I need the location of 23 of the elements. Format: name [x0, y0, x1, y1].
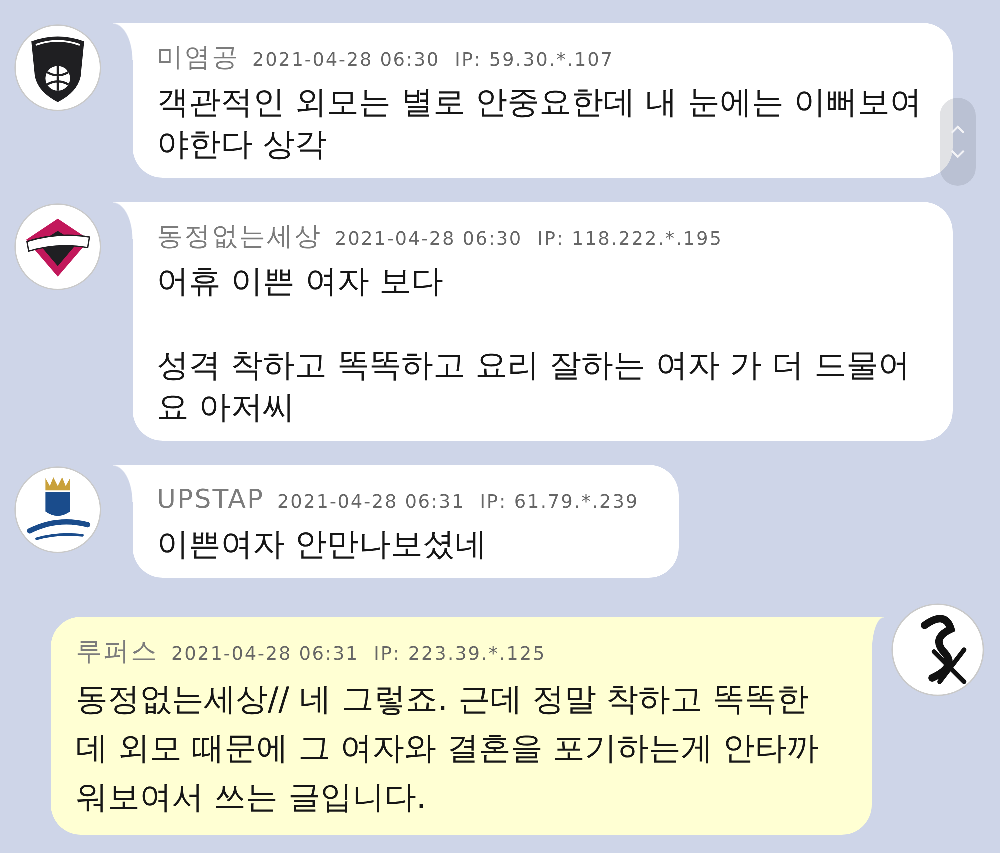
author-name: UPSTAP: [157, 485, 265, 515]
scroll-handle[interactable]: [940, 98, 976, 186]
avatar-icon: [891, 603, 985, 697]
comment-text: 이쁜여자 안만나보셨네: [157, 524, 488, 565]
diamond-avatar-icon: [14, 203, 102, 291]
comment-text: 어휴 이쁜 여자 보다 성격 착하고 똑똑하고 요리 잘하는 여자 가 더 드물어요 아저씨: [157, 261, 912, 428]
comment-date: 2021-04-28 06:31: [172, 643, 360, 667]
comment-date: 2021-04-28 06:31: [278, 491, 466, 515]
ip-address: IP: 223.39.*.125: [374, 643, 546, 667]
comment-date: 2021-04-28 06:30: [252, 49, 440, 73]
crown-shield-avatar-icon: [14, 466, 102, 554]
author-name: 루퍼스: [76, 637, 158, 667]
comment-text: 객관적인 외모는 별로 안중요한데 내 눈에는 이뻐보여야한다 상각: [157, 82, 924, 165]
down-chevron-icon: [950, 149, 966, 159]
comment-text: 동정없는세상// 네 그렇죠. 근데 정말 착하고 똑똑한데 외모 때문에 그 여자와 결혼을 포기하는게 안타까워보여서 쓰는 글입니다.: [76, 679, 820, 818]
author-name: 동정없는세상: [157, 222, 322, 252]
shield-avatar-icon: [14, 24, 102, 112]
author-name: 미염공: [157, 43, 240, 73]
ip-address: IP: 59.30.*.107: [455, 49, 614, 73]
up-chevron-icon: [950, 125, 966, 135]
comment-date: 2021-04-28 06:30: [335, 228, 523, 252]
ip-address: IP: 118.222.*.195: [538, 228, 723, 252]
ip-address: IP: 61.79.*.239: [480, 491, 640, 515]
